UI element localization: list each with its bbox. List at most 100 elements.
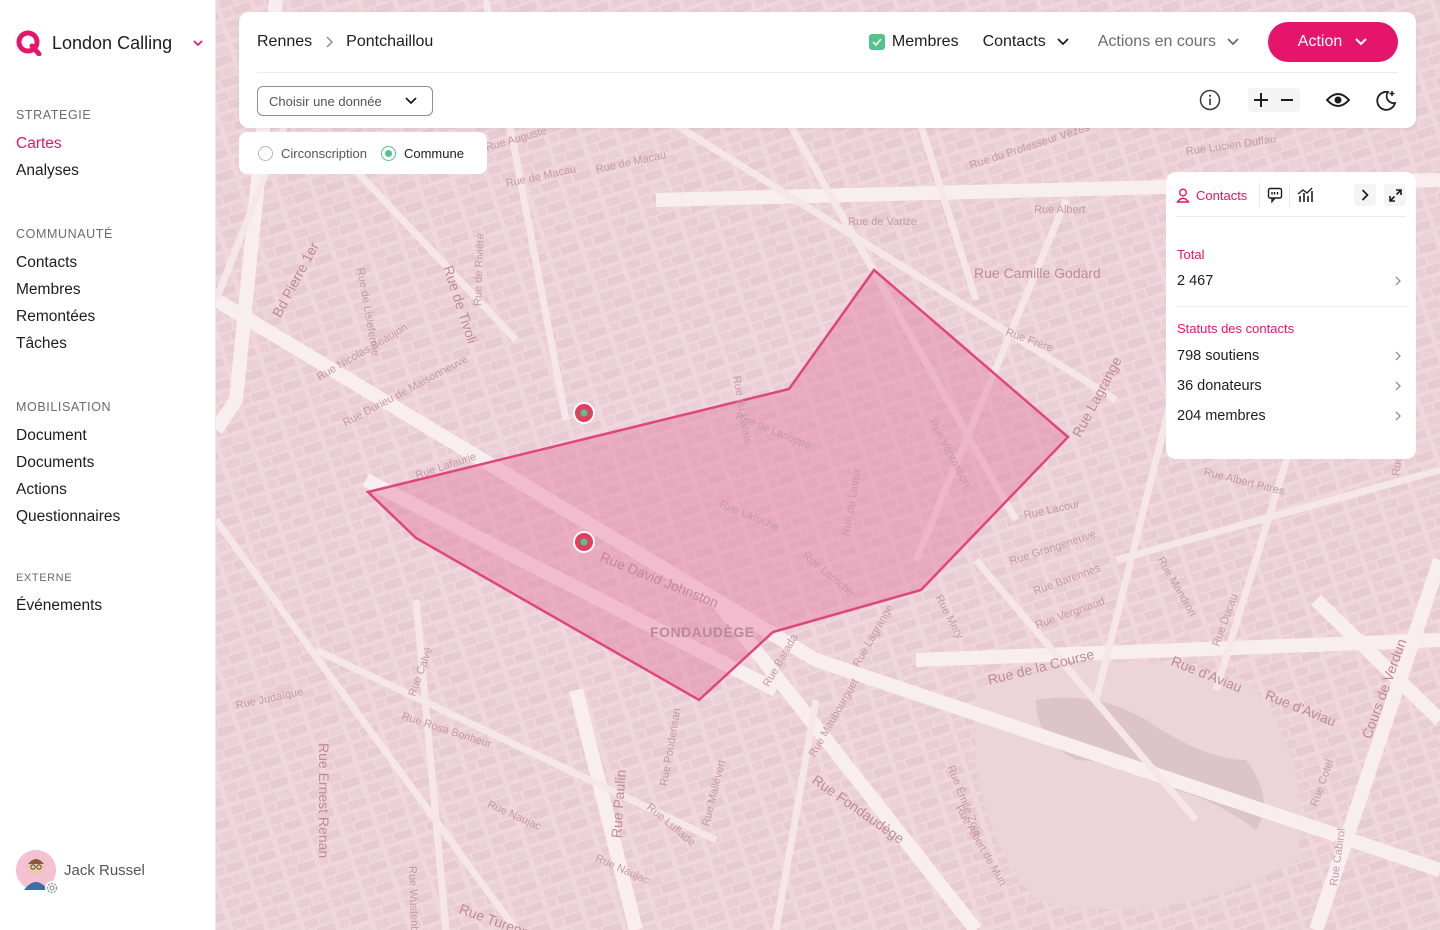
speech-quote-icon xyxy=(1267,187,1283,203)
membres-label: Membres xyxy=(891,33,959,50)
check-icon xyxy=(868,34,885,50)
status-row-soutiens[interactable]: 798 soutiens xyxy=(1177,345,1402,367)
total-value: 2 467 xyxy=(1177,273,1214,289)
tab-contacts-label: Contacts xyxy=(1196,187,1248,203)
street-label: Rue Camille Godard xyxy=(974,265,1101,281)
total-label: Total xyxy=(1177,247,1205,262)
district-label: FONDAUDÈGE xyxy=(650,624,755,640)
sidebar: London Calling STRATEGIE Cartes Analyses… xyxy=(0,0,216,930)
data-select-placeholder: Choisir une donnée xyxy=(269,93,382,109)
user-icon xyxy=(1176,188,1190,203)
tab-contacts[interactable]: Contacts xyxy=(1176,183,1261,207)
map-marker[interactable] xyxy=(573,531,595,553)
membres-filter-checkbox[interactable]: Membres xyxy=(868,33,959,51)
moon-icon xyxy=(1376,90,1397,111)
nav-item-cartes[interactable]: Cartes xyxy=(16,130,91,157)
toolbar-divider xyxy=(257,72,1398,73)
stats-tabs: Contacts xyxy=(1176,182,1406,208)
zoom-controls xyxy=(1248,88,1300,112)
breadcrumb-item[interactable]: Rennes xyxy=(257,33,312,51)
nav-item-evenements[interactable]: Événements xyxy=(16,592,102,619)
contacts-dropdown[interactable]: Contacts xyxy=(983,33,1070,51)
eye-icon xyxy=(1326,93,1350,107)
chevron-down-icon xyxy=(405,97,417,105)
radio-label: Circonscription xyxy=(281,145,367,161)
action-button-label: Action xyxy=(1297,33,1343,50)
status-section-label: Statuts des contacts xyxy=(1177,321,1295,336)
nav-item-questionnaires[interactable]: Questionnaires xyxy=(16,503,120,530)
nav-section-communaute: COMMUNAUTÉ Contacts Membres Remontées Tâ… xyxy=(16,227,113,357)
nav-section-title: STRATEGIE xyxy=(16,108,92,122)
panel-divider xyxy=(1176,306,1406,307)
nav-item-taches[interactable]: Tâches xyxy=(16,330,113,357)
app-logo-icon xyxy=(16,30,42,56)
panel-controls xyxy=(1354,184,1406,206)
layer-toggle: Circonscription Commune xyxy=(239,132,487,174)
nav-item-contacts[interactable]: Contacts xyxy=(16,249,113,276)
info-button[interactable] xyxy=(1198,88,1222,112)
nav-item-analyses[interactable]: Analyses xyxy=(16,157,91,184)
bar-chart-icon xyxy=(1297,187,1314,202)
tab-opinions[interactable] xyxy=(1260,183,1291,207)
chevron-down-icon xyxy=(193,40,203,47)
workspace-name: London Calling xyxy=(52,32,173,53)
plus-icon xyxy=(1254,93,1268,107)
map-tools xyxy=(1198,88,1398,112)
chevron-down-icon xyxy=(1057,38,1069,46)
street-label: Rue Ernest Renan xyxy=(316,743,332,859)
expand-icon xyxy=(1388,188,1402,202)
gear-icon[interactable] xyxy=(44,880,60,896)
nav-section-title: COMMUNAUTÉ xyxy=(16,227,113,241)
nav-section-title: EXTERNE xyxy=(16,572,73,584)
status-row-label: 798 soutiens xyxy=(1177,348,1260,364)
map-marker[interactable] xyxy=(573,402,595,424)
zoom-out-button[interactable] xyxy=(1274,88,1300,112)
expand-panel-button[interactable] xyxy=(1384,184,1406,206)
actions-dropdown-label: Actions en cours xyxy=(1097,33,1216,50)
collapse-panel-button[interactable] xyxy=(1354,184,1376,206)
tab-statistics[interactable] xyxy=(1290,183,1320,207)
radio-label: Commune xyxy=(403,145,464,161)
chevron-right-icon xyxy=(1395,411,1401,421)
breadcrumb-item[interactable]: Pontchaillou xyxy=(346,33,433,51)
status-row-label: 36 donateurs xyxy=(1177,378,1262,394)
minus-icon xyxy=(1281,99,1293,101)
user-menu[interactable]: Jack Russel xyxy=(16,850,145,895)
actions-en-cours-dropdown[interactable]: Actions en cours xyxy=(1098,33,1240,51)
chevron-right-icon xyxy=(1395,381,1401,391)
street-label: Rue Albert xyxy=(1034,204,1086,216)
chevron-right-icon xyxy=(1395,276,1401,286)
street-label: Rue de Varize xyxy=(848,216,917,228)
dark-mode-button[interactable] xyxy=(1374,88,1398,112)
avatar xyxy=(16,850,59,895)
action-button[interactable]: Action xyxy=(1268,22,1398,62)
chevron-down-icon xyxy=(1355,38,1367,46)
chevron-right-icon xyxy=(326,36,334,48)
workspace-switcher[interactable]: London Calling xyxy=(16,30,204,56)
radio-indicator xyxy=(258,145,273,161)
nav-section-externe: EXTERNE Événements xyxy=(16,572,102,619)
status-row-donateurs[interactable]: 36 donateurs xyxy=(1177,375,1402,397)
zoom-in-button[interactable] xyxy=(1248,88,1274,112)
nav-section-strategie: STRATEGIE Cartes Analyses xyxy=(16,108,91,184)
data-select-dropdown[interactable]: Choisir une donnée xyxy=(257,86,433,116)
chevron-right-icon xyxy=(1361,189,1369,201)
radio-circonscription[interactable]: Circonscription xyxy=(258,145,367,161)
radio-commune[interactable]: Commune xyxy=(380,145,464,161)
total-row[interactable]: 2 467 xyxy=(1177,270,1402,292)
nav-item-actions[interactable]: Actions xyxy=(16,476,120,503)
nav-item-document[interactable]: Document xyxy=(16,422,120,449)
nav-item-documents[interactable]: Documents xyxy=(16,449,120,476)
status-row-membres[interactable]: 204 membres xyxy=(1177,405,1402,427)
nav-section-mobilisation: MOBILISATION Document Documents Actions … xyxy=(16,400,120,530)
visibility-button[interactable] xyxy=(1326,88,1350,112)
contacts-dropdown-label: Contacts xyxy=(982,33,1046,50)
breadcrumb: Rennes Pontchaillou xyxy=(257,33,433,51)
stats-panel: Contacts Total 2 467 Statuts des contact… xyxy=(1166,172,1416,459)
nav-section-title: MOBILISATION xyxy=(16,400,112,414)
toolbar-filters: Membres Contacts Actions en cours Action xyxy=(868,22,1398,62)
nav-item-membres[interactable]: Membres xyxy=(16,276,113,303)
info-icon xyxy=(1199,89,1221,111)
panel-divider xyxy=(1176,216,1406,217)
nav-item-remontees[interactable]: Remontées xyxy=(16,303,113,330)
